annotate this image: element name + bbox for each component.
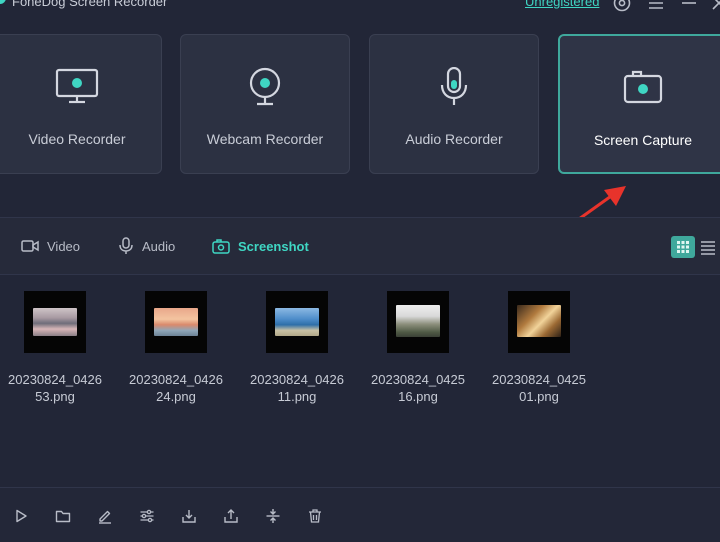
play-icon[interactable] xyxy=(13,508,29,524)
menu-icon[interactable] xyxy=(647,0,665,10)
webcam-icon xyxy=(241,67,289,107)
file-name-line2: 16.png xyxy=(398,389,438,404)
microphone-icon xyxy=(119,237,133,254)
webcam-recorder-label: Webcam Recorder xyxy=(206,131,324,147)
tab-video[interactable]: Video xyxy=(21,236,80,256)
monitor-icon xyxy=(53,67,101,107)
list-view-button[interactable] xyxy=(699,238,717,256)
grid-view-icon xyxy=(677,241,689,253)
video-recorder-card[interactable]: Video Recorder xyxy=(0,34,162,174)
thumbnail xyxy=(387,291,449,353)
trash-icon[interactable] xyxy=(307,508,323,524)
file-name-line1: 20230824_0426 xyxy=(250,372,344,387)
microphone-icon xyxy=(430,66,478,107)
camera-icon xyxy=(212,238,230,254)
grid-view-button[interactable] xyxy=(671,236,695,258)
file-name-line2: 24.png xyxy=(156,389,196,404)
file-name-line1: 20230824_0426 xyxy=(8,372,102,387)
edit-icon[interactable] xyxy=(97,508,113,524)
video-camera-icon xyxy=(21,240,39,252)
file-name-line2: 11.png xyxy=(277,389,317,404)
tab-audio-label: Audio xyxy=(142,238,176,254)
file-name-line1: 20230824_0426 xyxy=(129,372,223,387)
thumbnail xyxy=(508,291,570,353)
app-title: FoneDog Screen Recorder xyxy=(12,0,168,9)
thumbnail xyxy=(145,291,207,353)
list-view-icon xyxy=(701,241,715,255)
file-name-line2: 53.png xyxy=(35,389,75,404)
file-name-line1: 20230824_0425 xyxy=(371,372,465,387)
settings-icon[interactable] xyxy=(613,0,631,12)
import-icon[interactable] xyxy=(181,508,197,524)
tab-audio[interactable]: Audio xyxy=(118,236,175,256)
tab-screenshot[interactable]: Screenshot xyxy=(212,236,309,256)
app-logo-icon xyxy=(0,0,6,4)
audio-recorder-card[interactable]: Audio Recorder xyxy=(369,34,539,174)
tab-video-label: Video xyxy=(47,238,81,254)
thumbnail xyxy=(24,291,86,353)
merge-icon[interactable] xyxy=(265,508,281,524)
screen-capture-card[interactable]: Screen Capture xyxy=(558,34,720,174)
file-name-line1: 20230824_0425 xyxy=(492,372,586,387)
action-toolbar xyxy=(0,488,720,542)
camera-icon xyxy=(619,68,667,108)
thumbnail xyxy=(266,291,328,353)
minimize-icon[interactable] xyxy=(680,0,698,10)
media-tab-bar: Video Audio Screenshot xyxy=(0,218,720,274)
file-name-line2: 01.png xyxy=(519,389,559,404)
adjust-icon[interactable] xyxy=(139,508,155,524)
unregistered-link[interactable]: Unregistered xyxy=(525,0,599,9)
share-icon[interactable] xyxy=(223,508,239,524)
tab-screenshot-label: Screenshot xyxy=(238,238,309,254)
title-bar: FoneDog Screen Recorder Unregistered xyxy=(0,0,720,14)
close-icon[interactable] xyxy=(710,0,720,10)
screenshot-gallery: 20230824_0426 53.png 20230824_0426 24.pn… xyxy=(0,275,720,487)
screen-capture-label: Screen Capture xyxy=(593,132,693,148)
video-recorder-label: Video Recorder xyxy=(28,131,126,147)
folder-icon[interactable] xyxy=(55,508,71,524)
audio-recorder-label: Audio Recorder xyxy=(405,131,503,147)
webcam-recorder-card[interactable]: Webcam Recorder xyxy=(180,34,350,174)
recorder-mode-cards: Video Recorder Webcam Recorder Audio Rec… xyxy=(0,34,720,176)
